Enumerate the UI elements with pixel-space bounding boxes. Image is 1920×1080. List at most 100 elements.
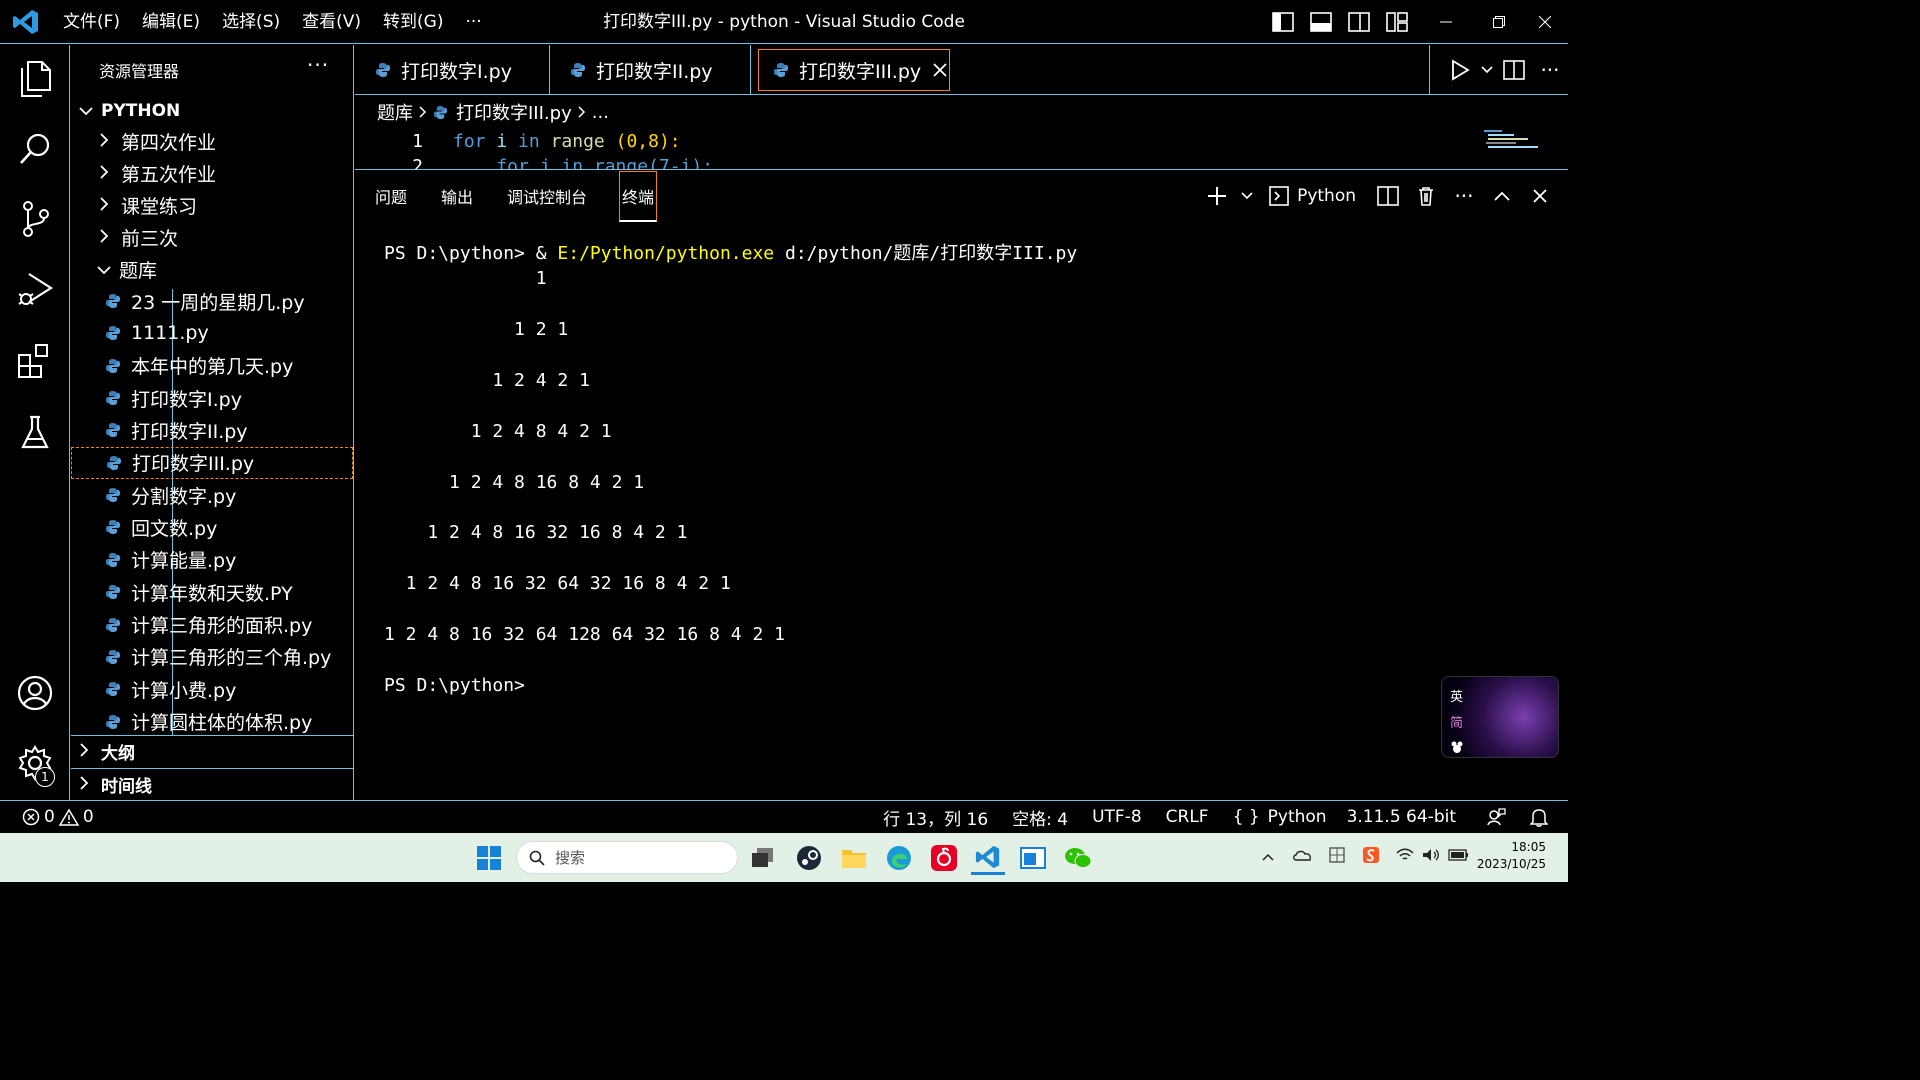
file-explorer-icon[interactable] xyxy=(837,841,871,875)
python-interpreter[interactable]: 3.11.5 64-bit xyxy=(1347,807,1456,827)
file-item[interactable]: 计算年数和天数.PY xyxy=(71,576,353,608)
task-view-icon[interactable] xyxy=(746,841,780,875)
terminal-profile[interactable]: Python xyxy=(1269,178,1356,214)
tab-output[interactable]: 输出 xyxy=(439,180,475,212)
netease-music-icon[interactable] xyxy=(927,841,961,875)
folder-item[interactable]: 第四次作业 xyxy=(71,125,353,157)
file-item[interactable]: 计算小费.py xyxy=(71,673,353,705)
feedback-icon[interactable] xyxy=(1486,807,1506,827)
testing-icon[interactable] xyxy=(13,411,57,455)
taskbar-clock[interactable]: 18:05 2023/10/25 xyxy=(1477,839,1546,873)
file-item[interactable]: 计算能量.py xyxy=(71,544,353,576)
steam-icon[interactable] xyxy=(792,841,826,875)
minimize-icon[interactable] xyxy=(1416,0,1476,44)
tab-terminal[interactable]: 终端 xyxy=(619,170,658,222)
tab-debug-console[interactable]: 调试控制台 xyxy=(505,180,589,212)
indentation[interactable]: 空格: 4 xyxy=(1012,805,1068,830)
more-actions-icon[interactable]: ··· xyxy=(1532,52,1568,88)
sogou-ime-icon[interactable] xyxy=(1362,846,1380,868)
status-problems[interactable]: 0 0 xyxy=(22,801,94,833)
more-actions-icon[interactable]: ··· xyxy=(1448,178,1480,214)
menu-go[interactable]: 转到(G) xyxy=(372,0,454,44)
language-mode[interactable]: { } Python xyxy=(1233,807,1327,827)
file-item[interactable]: 打印数字II.py xyxy=(71,414,353,446)
file-item[interactable]: 1111.py xyxy=(71,317,353,349)
breadcrumb-file[interactable]: 打印数字III.py xyxy=(456,99,572,125)
menu-more[interactable]: ··· xyxy=(454,0,492,44)
search-icon[interactable] xyxy=(13,127,57,171)
folder-item[interactable]: 第五次作业 xyxy=(71,157,353,189)
source-control-icon[interactable] xyxy=(13,197,57,241)
split-terminal-icon[interactable] xyxy=(1372,178,1404,214)
close-window-icon[interactable] xyxy=(1522,0,1568,44)
trash-icon[interactable] xyxy=(1410,178,1442,214)
folder-item[interactable]: 课堂练习 xyxy=(71,189,353,221)
ime-language[interactable]: 英 xyxy=(1450,685,1464,711)
chevron-down-icon[interactable] xyxy=(1478,52,1496,88)
tab-file[interactable]: 打印数字II.py xyxy=(550,45,751,95)
tab-problems[interactable]: 问题 xyxy=(373,180,409,212)
file-item[interactable]: 打印数字I.py xyxy=(71,382,353,414)
toggle-panel-icon[interactable] xyxy=(1302,0,1340,44)
volume-icon[interactable] xyxy=(1422,848,1440,866)
run-debug-icon[interactable] xyxy=(13,267,57,311)
code-editor[interactable]: 1 for i in range (0,8): 2 for j in range… xyxy=(355,128,1568,170)
minimap[interactable] xyxy=(1484,128,1544,158)
new-terminal-icon[interactable] xyxy=(1201,178,1233,214)
file-item-selected[interactable]: 打印数字III.py xyxy=(71,446,353,479)
menu-file[interactable]: 文件(F) xyxy=(52,0,131,44)
extensions-icon[interactable] xyxy=(13,339,57,383)
explorer-icon[interactable] xyxy=(13,57,57,101)
customize-layout-icon[interactable] xyxy=(1378,0,1416,44)
timeline-section[interactable]: 时间线 xyxy=(71,768,353,800)
tray-app-icon[interactable] xyxy=(1328,846,1346,868)
run-file-icon[interactable] xyxy=(1442,52,1478,88)
split-editor-icon[interactable] xyxy=(1496,52,1532,88)
file-item[interactable]: 计算圆柱体的体积.py xyxy=(71,706,353,738)
file-item[interactable]: 本年中的第几天.py xyxy=(71,350,353,382)
file-item[interactable]: 计算三角形的面积.py xyxy=(71,609,353,641)
accounts-icon[interactable] xyxy=(13,671,57,715)
start-icon[interactable] xyxy=(472,841,506,875)
ime-mode[interactable]: 简 xyxy=(1450,711,1464,737)
battery-icon[interactable] xyxy=(1448,849,1470,865)
ime-widget[interactable]: 英 简 xyxy=(1441,676,1559,758)
breadcrumb-symbol[interactable]: ... xyxy=(592,102,609,123)
vscode-taskbar-icon[interactable] xyxy=(971,841,1005,875)
show-hidden-icons-chevron-up-icon[interactable] xyxy=(1262,849,1274,865)
file-item[interactable]: 分割数字.py xyxy=(71,479,353,511)
outline-section[interactable]: 大纲 xyxy=(71,735,353,767)
window-app-icon[interactable] xyxy=(1016,841,1050,875)
maximize-panel-icon[interactable] xyxy=(1486,178,1518,214)
restore-icon[interactable] xyxy=(1476,0,1522,44)
menu-edit[interactable]: 编辑(E) xyxy=(131,0,211,44)
ime-skin-icon[interactable] xyxy=(1450,737,1464,763)
folder-item[interactable]: 前三次 xyxy=(71,221,353,253)
edge-icon[interactable] xyxy=(882,841,916,875)
end-of-line[interactable]: CRLF xyxy=(1166,807,1209,827)
menu-selection[interactable]: 选择(S) xyxy=(211,0,291,44)
encoding[interactable]: UTF-8 xyxy=(1092,807,1142,827)
chevron-down-icon[interactable] xyxy=(1239,178,1255,214)
menu-view[interactable]: 查看(V) xyxy=(291,0,372,44)
explorer-more-icon[interactable]: ··· xyxy=(307,53,329,77)
wifi-icon[interactable] xyxy=(1396,848,1414,866)
close-tab-icon[interactable] xyxy=(933,58,947,82)
wechat-icon[interactable] xyxy=(1061,841,1095,875)
onedrive-cloud-icon[interactable] xyxy=(1292,849,1312,865)
notifications-bell-icon[interactable] xyxy=(1530,807,1548,827)
cursor-position[interactable]: 行 13，列 16 xyxy=(883,805,988,830)
file-item[interactable]: 计算三角形的三个角.py xyxy=(71,641,353,673)
breadcrumb-folder[interactable]: 题库 xyxy=(377,99,413,125)
file-item[interactable]: 23 一周的星期几.py xyxy=(71,285,353,317)
toggle-sidebar-icon[interactable] xyxy=(1264,0,1302,44)
file-item[interactable]: 回文数.py xyxy=(71,511,353,543)
toggle-secondary-sidebar-icon[interactable] xyxy=(1340,0,1378,44)
folder-item-open[interactable]: 题库 xyxy=(71,253,353,285)
tab-file-active[interactable]: 打印数字III.py xyxy=(758,49,950,91)
workspace-root[interactable]: PYTHON xyxy=(71,95,353,127)
terminal-output[interactable]: PS D:\python> & E:/Python/python.exe d:/… xyxy=(384,241,1077,698)
tab-file[interactable]: 打印数字I.py xyxy=(355,45,550,95)
close-panel-icon[interactable] xyxy=(1524,178,1556,214)
taskbar-search-box[interactable]: 搜索 xyxy=(516,841,738,874)
